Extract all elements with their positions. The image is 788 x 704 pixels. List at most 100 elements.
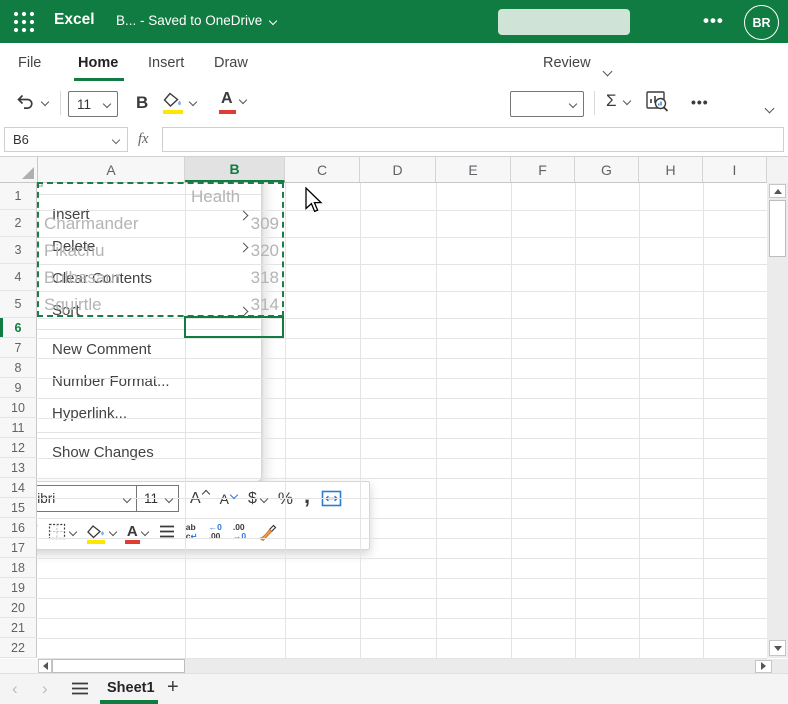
- more-tabs-chevron-icon[interactable]: [602, 66, 613, 77]
- gridline-horizontal: [38, 338, 767, 339]
- row-header-12[interactable]: 12: [0, 438, 37, 458]
- row-header-16[interactable]: 16: [0, 518, 37, 538]
- ribbon-tab-insert[interactable]: Insert: [148, 55, 184, 71]
- row-header-21[interactable]: 21: [0, 618, 37, 638]
- row-header-14[interactable]: 14: [0, 478, 37, 498]
- gridline-horizontal: [38, 438, 767, 439]
- column-header-H[interactable]: H: [639, 157, 703, 182]
- row-header-1[interactable]: 1: [0, 183, 37, 210]
- chevron-down-icon: [269, 16, 278, 25]
- comma-format-button[interactable]: ,: [304, 483, 310, 509]
- row-header-11[interactable]: 11: [0, 418, 37, 438]
- undo-icon: [17, 94, 33, 109]
- fill-color-button[interactable]: [163, 92, 198, 114]
- row-header-18[interactable]: 18: [0, 558, 37, 578]
- font-color-letter: A: [124, 523, 140, 544]
- bold-button[interactable]: B: [136, 93, 148, 113]
- marching-ants-cut-range: [37, 182, 284, 317]
- menu-item-label: Number Format...: [52, 372, 170, 390]
- chevron-down-icon: [122, 494, 132, 503]
- row-header-20[interactable]: 20: [0, 598, 37, 618]
- name-box[interactable]: B6: [4, 127, 128, 152]
- ribbon-tab-draw[interactable]: Draw: [214, 55, 248, 71]
- fill-bucket-icon: [163, 92, 184, 114]
- menu-item-show-changes[interactable]: Show Changes: [0, 436, 261, 468]
- autosum-button[interactable]: Σ: [606, 91, 631, 111]
- search-box[interactable]: [498, 9, 630, 35]
- gridline-horizontal: [38, 318, 767, 319]
- app-launcher-waffle-icon[interactable]: [11, 9, 37, 35]
- row-header-19[interactable]: 19: [0, 578, 37, 598]
- row-header-10[interactable]: 10: [0, 398, 37, 418]
- vertical-scrollbar[interactable]: [767, 183, 788, 658]
- row-header-8[interactable]: 8: [0, 358, 37, 378]
- column-header-F[interactable]: F: [511, 157, 575, 182]
- row-header-17[interactable]: 17: [0, 538, 37, 558]
- row-header-4[interactable]: 4: [0, 264, 37, 291]
- ribbon-tab-file[interactable]: File: [18, 55, 41, 71]
- sheet-tab-bar: ‹ › Sheet1 +: [0, 673, 788, 704]
- column-header-I[interactable]: I: [703, 157, 767, 182]
- column-header-E[interactable]: E: [436, 157, 511, 182]
- row-header-13[interactable]: 13: [0, 458, 37, 478]
- prev-sheet-button[interactable]: ‹: [12, 679, 18, 699]
- font-color-button[interactable]: A: [219, 90, 247, 114]
- scroll-left-button[interactable]: [38, 659, 52, 673]
- chevron-down-icon: [164, 494, 174, 503]
- document-title[interactable]: B... - Saved to OneDrive: [116, 13, 278, 28]
- gridline-horizontal: [38, 398, 767, 399]
- column-header-A[interactable]: A: [38, 157, 185, 182]
- row-header-2[interactable]: 2: [0, 210, 37, 237]
- chevron-down-icon: [622, 96, 631, 106]
- row-header-5[interactable]: 5: [0, 291, 37, 318]
- formula-input[interactable]: [162, 127, 784, 152]
- horizontal-scroll-thumb[interactable]: [52, 659, 185, 673]
- arrow-right-icon: [761, 662, 766, 670]
- row-header-9[interactable]: 9: [0, 378, 37, 398]
- scrollbar-spacer: [767, 157, 788, 183]
- undo-button[interactable]: [15, 92, 50, 111]
- add-sheet-button[interactable]: +: [167, 676, 179, 699]
- font-size-select[interactable]: 11: [68, 91, 118, 117]
- row-header-15[interactable]: 15: [0, 498, 37, 518]
- row-header-7[interactable]: 7: [0, 338, 37, 358]
- fx-icon[interactable]: fx: [138, 131, 148, 148]
- select-all-corner[interactable]: [0, 157, 38, 182]
- number-format-select[interactable]: [510, 91, 584, 117]
- fill-color-button[interactable]: [86, 524, 118, 544]
- gridline-vertical: [511, 182, 512, 658]
- gridline-horizontal: [38, 458, 767, 459]
- menu-item-hyperlink[interactable]: Hyperlink...: [0, 397, 261, 429]
- analyze-data-button[interactable]: [645, 90, 670, 114]
- align-lines-icon: [159, 525, 174, 538]
- collapse-ribbon-chevron-icon[interactable]: [764, 103, 775, 114]
- row-header-22[interactable]: 22: [0, 638, 37, 658]
- all-sheets-button[interactable]: [71, 681, 89, 696]
- titlebar-more-icon[interactable]: •••: [703, 11, 724, 31]
- align-button[interactable]: [159, 525, 175, 538]
- column-header-G[interactable]: G: [575, 157, 639, 182]
- row-header-6[interactable]: 6: [0, 318, 37, 338]
- scroll-down-button[interactable]: [769, 640, 786, 656]
- column-header-D[interactable]: D: [360, 157, 436, 182]
- horizontal-scrollbar[interactable]: [38, 659, 788, 673]
- sheet-tab-sheet1[interactable]: Sheet1: [107, 680, 155, 696]
- menu-divider: [0, 432, 261, 433]
- ribbon-tab-home[interactable]: Home: [78, 55, 118, 71]
- ribbon-tab-review[interactable]: Review: [543, 55, 591, 71]
- column-header-B[interactable]: B: [185, 157, 285, 182]
- gridline-vertical: [360, 182, 361, 658]
- scroll-right-button[interactable]: [755, 659, 772, 673]
- toolbar-more-icon[interactable]: •••: [691, 94, 709, 110]
- scroll-up-button[interactable]: [769, 184, 786, 198]
- gridline-vertical: [639, 182, 640, 658]
- chevron-down-icon: [568, 99, 578, 109]
- gridline-horizontal: [38, 638, 767, 639]
- avatar[interactable]: BR: [744, 5, 779, 40]
- row-header-3[interactable]: 3: [0, 237, 37, 264]
- column-header-C[interactable]: C: [285, 157, 360, 182]
- gridline-horizontal: [38, 358, 767, 359]
- next-sheet-button[interactable]: ›: [42, 679, 48, 699]
- menu-item-number-format[interactable]: 123Number Format...: [0, 365, 261, 397]
- vertical-scroll-thumb[interactable]: [769, 200, 786, 257]
